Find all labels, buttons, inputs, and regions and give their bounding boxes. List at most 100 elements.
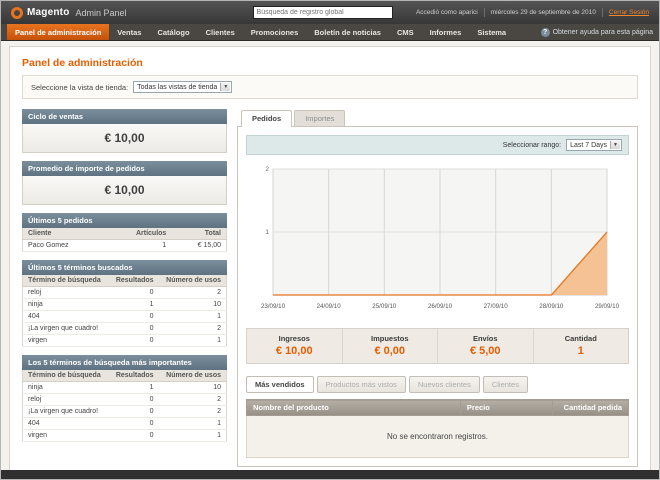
panel-title: Últimos 5 términos buscados xyxy=(22,260,227,275)
nav-item[interactable]: Clientes xyxy=(198,24,243,40)
empty-records-message: No se encontraron registros. xyxy=(246,416,629,458)
panel-title: Ciclo de ventas xyxy=(22,109,227,124)
cell: virgen xyxy=(22,334,109,347)
cell: 0 xyxy=(108,334,159,347)
cell: 0 xyxy=(108,393,159,406)
cell: 404 xyxy=(22,310,109,323)
cell: 1 xyxy=(158,310,227,323)
magento-admin-window: Magento Admin Panel Accedió como aparici… xyxy=(0,0,660,480)
report-tab[interactable]: Nuevos clientes xyxy=(408,376,480,393)
cell: ninja xyxy=(22,381,109,394)
nav-item[interactable]: Ventas xyxy=(109,24,149,40)
stat-label: Ingresos xyxy=(278,334,310,343)
panel-title: Últimos 5 pedidos xyxy=(22,213,227,228)
footer-bar xyxy=(1,470,659,479)
table-row: ninja 1 10 xyxy=(22,381,227,394)
header-row: Nombre del producto Precio Cantidad pedida xyxy=(246,399,630,416)
orders-chart: 1 2 23/09/10 24/09/10 25/09/10 26/09/10 27/09/… xyxy=(246,163,629,320)
last-search-table: Término de búsqueda Resultados Número de u… xyxy=(22,275,227,347)
cell: 1 xyxy=(158,417,227,430)
column-header: Nombre del producto xyxy=(246,399,461,416)
stat-value: € 10,00 xyxy=(275,345,313,357)
global-search xyxy=(252,6,393,19)
tab-importes[interactable]: Importes xyxy=(294,110,346,126)
nav-item[interactable]: Promociones xyxy=(243,24,307,40)
top-search-panel: Los 5 términos de búsqueda más important… xyxy=(22,355,227,442)
divider xyxy=(601,8,603,17)
table-row: 404 0 1 xyxy=(22,417,227,430)
top-search-table: Término de búsqueda Resultados Número de u… xyxy=(22,370,227,442)
cell: 0 xyxy=(108,310,159,323)
report-tab[interactable]: Más vendidos xyxy=(246,376,314,393)
nav-item[interactable]: Boletín de noticias xyxy=(306,24,389,40)
cell: 0 xyxy=(108,405,159,418)
column-header: Resultados xyxy=(108,275,159,287)
cell: 0 xyxy=(108,322,159,335)
top-header: Magento Admin Panel Accedió como aparici… xyxy=(1,1,659,24)
stat-label: Cantidad xyxy=(564,334,597,343)
stat-value: 1 xyxy=(577,345,584,357)
column-header: Precio xyxy=(459,399,553,416)
chart-tabs: Pedidos Importes xyxy=(237,109,638,127)
stat: Cantidad 1 xyxy=(532,329,629,363)
cell: reloj xyxy=(22,286,109,299)
table-row: reloj 0 2 xyxy=(22,286,227,299)
cell: 1 xyxy=(108,298,159,311)
nav-item[interactable]: CMS xyxy=(389,24,422,40)
chart-panel: Seleccionar rango: Last 7 Days ▼ 1 2 23/09… xyxy=(237,126,638,467)
nav-item[interactable]: Catálogo xyxy=(149,24,197,40)
svg-text:29/09/10: 29/09/10 xyxy=(594,303,619,310)
nav-item[interactable]: Sistema xyxy=(469,24,514,40)
svg-text:23/09/10: 23/09/10 xyxy=(260,303,285,310)
help-link[interactable]: ? Obtener ayuda para esta página xyxy=(540,24,653,40)
header-right: Accedió como aparici miércoles 29 de sep… xyxy=(416,8,649,17)
svg-text:1: 1 xyxy=(265,229,269,236)
report-tab[interactable]: Clientes xyxy=(482,376,528,393)
divider xyxy=(483,8,485,17)
svg-text:27/09/10: 27/09/10 xyxy=(483,303,508,310)
range-bar: Seleccionar rango: Last 7 Days ▼ xyxy=(246,135,629,155)
svg-text:26/09/10: 26/09/10 xyxy=(427,303,452,310)
cell: 1 xyxy=(105,239,172,252)
column-header: Cantidad pedida xyxy=(551,399,630,416)
stat-value: € 0,00 xyxy=(374,345,406,357)
table-row: ninja 1 10 xyxy=(22,298,227,311)
last-orders-table: Cliente Artículos Total Paco Gomez 1 € 15,00 xyxy=(22,228,227,252)
range-select[interactable]: Last 7 Days ▼ xyxy=(566,139,622,151)
cell: Paco Gomez xyxy=(22,239,106,252)
store-view-value: Todas las vistas de tienda xyxy=(137,83,218,91)
nav-item[interactable]: Panel de administración xyxy=(7,24,110,40)
cell: 2 xyxy=(158,405,227,418)
stat-label: Impuestos xyxy=(370,334,409,343)
store-view-select[interactable]: Todas las vistas de tienda ▼ xyxy=(133,81,233,93)
table-row: 404 0 1 xyxy=(22,310,227,323)
magento-logo-icon xyxy=(11,6,23,19)
column-header: Resultados xyxy=(108,370,159,382)
stat: Ingresos € 10,00 xyxy=(247,329,342,363)
average-orders-panel: Promedio de importe de pedidos € 10,00 xyxy=(22,161,227,205)
orders-chart-svg: 1 2 23/09/10 24/09/10 25/09/10 26/09/10 27/09/… xyxy=(260,166,619,310)
table-row: Paco Gomez 1 € 15,00 xyxy=(22,239,227,252)
stat-value: € 5,00 xyxy=(469,345,501,357)
header-row: Término de búsqueda Resultados Número de u… xyxy=(22,370,227,382)
last-orders-panel: Últimos 5 pedidos Cliente Artículos Total P… xyxy=(22,213,227,252)
cell: 10 xyxy=(158,381,227,394)
cell: ¡La virgen que cuadro! xyxy=(22,405,109,418)
logout-link[interactable]: Cerrar Sesión xyxy=(609,9,649,16)
logo-suffix: Admin Panel xyxy=(75,7,127,18)
report-tab[interactable]: Productos más vistos xyxy=(316,376,406,393)
svg-text:2: 2 xyxy=(265,166,269,173)
nav-item[interactable]: Informes xyxy=(422,24,470,40)
cell: 1 xyxy=(108,381,159,394)
totals-bar: Ingresos € 10,00 Impuestos € 0,00 Envíos € 5,… xyxy=(246,328,629,364)
cell: 2 xyxy=(158,286,227,299)
svg-text:25/09/10: 25/09/10 xyxy=(372,303,397,310)
right-column: Pedidos Importes Seleccionar rango: Last… xyxy=(237,109,638,467)
table-row: virgen 0 1 xyxy=(22,334,227,347)
stat: Impuestos € 0,00 xyxy=(341,329,438,363)
global-search-input[interactable] xyxy=(252,6,393,19)
tab-pedidos[interactable]: Pedidos xyxy=(241,110,293,127)
cell: 1 xyxy=(158,429,227,442)
cell: 1 xyxy=(158,334,227,347)
column-header: Número de usos xyxy=(158,370,227,382)
